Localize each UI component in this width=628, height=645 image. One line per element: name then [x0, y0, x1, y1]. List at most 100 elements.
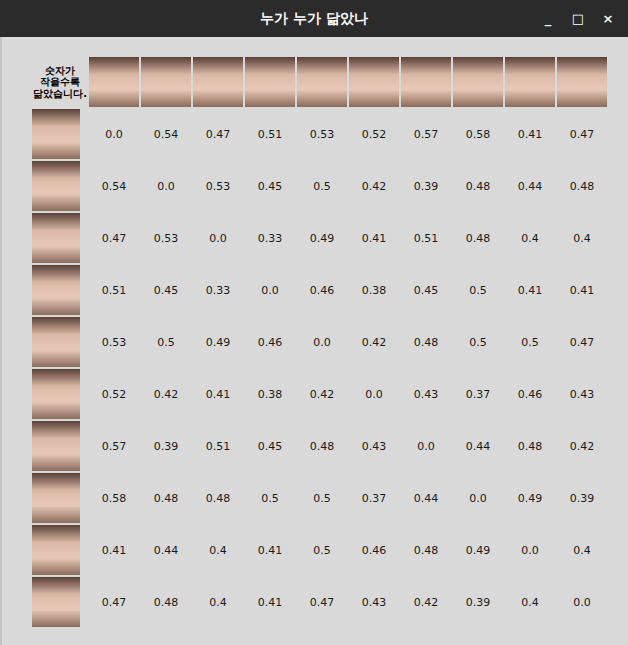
distance-cell: 0.5	[296, 160, 348, 212]
distance-cell: 0.37	[452, 368, 504, 420]
distance-cell: 0.53	[192, 160, 244, 212]
distance-cell: 0.53	[88, 316, 140, 368]
face-photo	[32, 109, 80, 159]
title-bar: 누가 누가 닮았나 _ □ ×	[0, 0, 628, 37]
distance-cell: 0.44	[452, 420, 504, 472]
distance-cell: 0.41	[192, 368, 244, 420]
distance-cell: 0.45	[140, 264, 192, 316]
distance-cell: 0.4	[192, 576, 244, 628]
distance-cell: 0.52	[348, 108, 400, 160]
face-photo	[32, 369, 80, 419]
distance-cell: 0.41	[504, 264, 556, 316]
distance-cell: 0.45	[244, 160, 296, 212]
distance-cell: 0.39	[556, 472, 608, 524]
distance-cell: 0.47	[88, 576, 140, 628]
distance-cell: 0.48	[140, 472, 192, 524]
distance-cell: 0.5	[452, 316, 504, 368]
face-photo	[505, 57, 555, 107]
distance-cell: 0.54	[88, 160, 140, 212]
distance-cell: 0.48	[400, 524, 452, 576]
distance-cell: 0.39	[452, 576, 504, 628]
face-photo	[557, 57, 607, 107]
face-photo	[245, 57, 295, 107]
distance-cell: 0.39	[140, 420, 192, 472]
face-photo	[32, 265, 80, 315]
face-photo	[32, 421, 80, 471]
window-controls: _ □ ×	[536, 0, 620, 37]
distance-cell: 0.0	[296, 316, 348, 368]
face-photo	[401, 57, 451, 107]
face-photo	[193, 57, 243, 107]
distance-cell: 0.48	[504, 420, 556, 472]
distance-cell: 0.33	[244, 212, 296, 264]
distance-cell: 0.44	[504, 160, 556, 212]
distance-cell: 0.0	[504, 524, 556, 576]
distance-cell: 0.51	[400, 212, 452, 264]
face-photo	[32, 317, 80, 367]
window-control-button[interactable]: _	[536, 9, 560, 28]
distance-cell: 0.49	[192, 316, 244, 368]
distance-cell: 0.53	[296, 108, 348, 160]
distance-cell: 0.47	[88, 212, 140, 264]
distance-cell: 0.46	[244, 316, 296, 368]
similarity-table: 숫자가 작을수록 닮았습니다.0.00.540.470.510.530.520.…	[2, 56, 628, 628]
distance-cell: 0.44	[400, 472, 452, 524]
distance-cell: 0.5	[296, 472, 348, 524]
distance-cell: 0.54	[140, 108, 192, 160]
corner-label: 숫자가 작을수록 닮았습니다.	[33, 65, 87, 100]
distance-cell: 0.42	[140, 368, 192, 420]
distance-cell: 0.38	[244, 368, 296, 420]
distance-cell: 0.53	[140, 212, 192, 264]
distance-cell: 0.43	[348, 576, 400, 628]
distance-cell: 0.49	[452, 524, 504, 576]
distance-cell: 0.42	[348, 316, 400, 368]
face-photo	[297, 57, 347, 107]
distance-cell: 0.48	[296, 420, 348, 472]
face-photo	[32, 473, 80, 523]
distance-cell: 0.0	[140, 160, 192, 212]
distance-cell: 0.48	[556, 160, 608, 212]
distance-cell: 0.48	[140, 576, 192, 628]
distance-cell: 0.47	[556, 316, 608, 368]
distance-cell: 0.0	[400, 420, 452, 472]
distance-cell: 0.43	[556, 368, 608, 420]
distance-cell: 0.51	[244, 108, 296, 160]
window-control-button[interactable]: ×	[596, 9, 620, 28]
distance-cell: 0.48	[192, 472, 244, 524]
distance-cell: 0.5	[296, 524, 348, 576]
distance-cell: 0.44	[140, 524, 192, 576]
distance-cell: 0.42	[348, 160, 400, 212]
distance-cell: 0.4	[556, 524, 608, 576]
distance-cell: 0.4	[192, 524, 244, 576]
window-title: 누가 누가 닮았나	[260, 10, 368, 28]
distance-cell: 0.37	[348, 472, 400, 524]
distance-cell: 0.5	[452, 264, 504, 316]
face-photo	[32, 161, 80, 211]
distance-cell: 0.39	[400, 160, 452, 212]
distance-cell: 0.45	[400, 264, 452, 316]
distance-cell: 0.33	[192, 264, 244, 316]
distance-cell: 0.0	[452, 472, 504, 524]
distance-cell: 0.0	[244, 264, 296, 316]
distance-cell: 0.46	[504, 368, 556, 420]
window-control-button[interactable]: □	[566, 9, 590, 28]
distance-cell: 0.5	[244, 472, 296, 524]
distance-cell: 0.41	[244, 524, 296, 576]
distance-cell: 0.0	[348, 368, 400, 420]
content: 숫자가 작을수록 닮았습니다.0.00.540.470.510.530.520.…	[0, 37, 628, 645]
distance-cell: 0.43	[348, 420, 400, 472]
distance-cell: 0.4	[504, 212, 556, 264]
distance-cell: 0.46	[296, 264, 348, 316]
distance-cell: 0.48	[452, 160, 504, 212]
distance-cell: 0.52	[88, 368, 140, 420]
distance-cell: 0.49	[296, 212, 348, 264]
distance-cell: 0.46	[348, 524, 400, 576]
distance-cell: 0.58	[452, 108, 504, 160]
face-photo	[453, 57, 503, 107]
distance-cell: 0.42	[400, 576, 452, 628]
distance-cell: 0.47	[556, 108, 608, 160]
distance-cell: 0.0	[88, 108, 140, 160]
distance-cell: 0.0	[556, 576, 608, 628]
face-photo	[141, 57, 191, 107]
distance-cell: 0.57	[88, 420, 140, 472]
